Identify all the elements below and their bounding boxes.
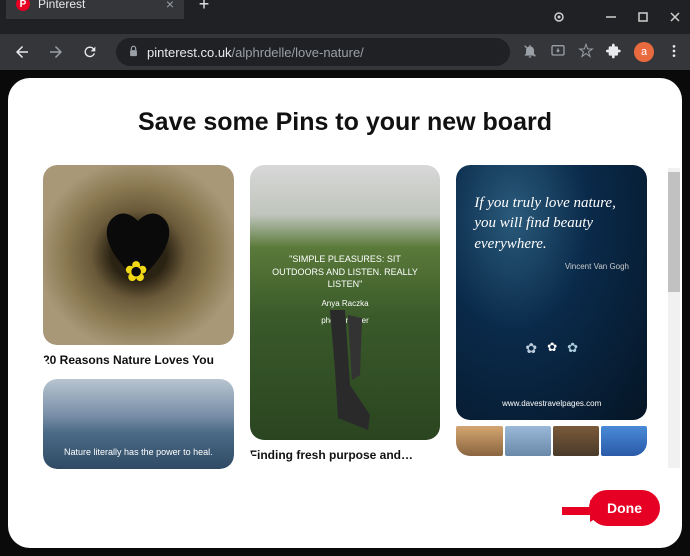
scrollbar[interactable]: [668, 168, 680, 468]
pin-card[interactable]: "SIMPLE PLEASURES: SIT OUTDOORS AND LIST…: [250, 165, 441, 462]
maximize-icon[interactable]: [636, 10, 650, 24]
close-window-icon[interactable]: [668, 10, 682, 24]
modal-title: Save some Pins to your new board: [43, 108, 647, 137]
pin-watermark: www.davestravelpages.com: [456, 399, 647, 408]
pin-thumbnails: [456, 426, 647, 456]
url-text: pinterest.co.uk/alphrdelle/love-nature/: [147, 45, 364, 60]
pin-image-nature-quote: If you truly love nature, you will find …: [456, 165, 647, 420]
pin-caption: Finding fresh purpose and…: [250, 448, 441, 462]
pin-card[interactable]: Nature literally has the power to heal.: [43, 379, 234, 469]
pin-overlay-author: Vincent Van Gogh: [474, 262, 629, 271]
save-pins-modal: Save some Pins to your new board ✿ 20 Re…: [8, 78, 682, 548]
minimize-icon[interactable]: [604, 10, 618, 24]
boots-silhouette: [300, 310, 390, 440]
bookmark-star-icon[interactable]: [578, 43, 594, 62]
pin-overlay-quote: "SIMPLE PLEASURES: SIT OUTDOORS AND LIST…: [250, 253, 441, 291]
forward-button[interactable]: [42, 38, 70, 66]
new-tab-button[interactable]: +: [194, 0, 214, 14]
scrollbar-thumb[interactable]: [668, 172, 680, 292]
pin-overlay-quote: If you truly love nature, you will find …: [474, 193, 629, 254]
pin-image-boots-field: "SIMPLE PLEASURES: SIT OUTDOORS AND LIST…: [250, 165, 441, 440]
back-button[interactable]: [8, 38, 36, 66]
extensions-icon[interactable]: [606, 43, 622, 62]
notifications-icon[interactable]: [522, 43, 538, 62]
lock-icon: [128, 45, 139, 60]
done-button[interactable]: Done: [589, 490, 660, 526]
tab-title: Pinterest: [38, 0, 158, 11]
reload-button[interactable]: [76, 38, 104, 66]
close-tab-icon[interactable]: ×: [166, 0, 174, 12]
pin-overlay-author: Anya Raczka: [321, 299, 368, 308]
profile-avatar[interactable]: a: [634, 42, 654, 62]
install-icon[interactable]: [550, 43, 566, 62]
pin-overlay-text: Nature literally has the power to heal.: [64, 447, 213, 457]
pin-caption: 20 Reasons Nature Loves You: [43, 353, 234, 367]
address-bar[interactable]: pinterest.co.uk/alphrdelle/love-nature/: [116, 38, 510, 66]
pinterest-favicon: P: [16, 0, 30, 11]
flower-icon: ✿: [124, 255, 152, 283]
pin-image-lake: Nature literally has the power to heal.: [43, 379, 234, 469]
browser-toolbar: pinterest.co.uk/alphrdelle/love-nature/ …: [0, 34, 690, 70]
pin-image-heart-stump: ✿: [43, 165, 234, 345]
flowers-decoration: ✿ ✿ ✿: [456, 340, 647, 380]
pin-card[interactable]: ✿ 20 Reasons Nature Loves You: [43, 165, 234, 367]
account-dot-icon[interactable]: [552, 10, 566, 24]
menu-dots-icon[interactable]: [666, 43, 682, 62]
browser-tab[interactable]: P Pinterest ×: [6, 0, 184, 19]
pin-card[interactable]: If you truly love nature, you will find …: [456, 165, 647, 456]
